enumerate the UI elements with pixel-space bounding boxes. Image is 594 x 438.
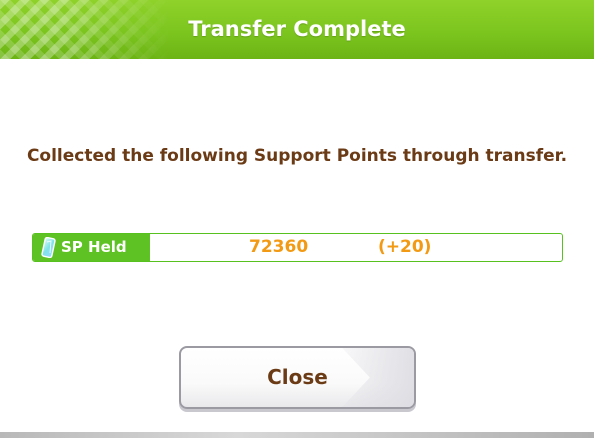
- page: Transfer Complete Collected the followin…: [0, 0, 594, 438]
- sp-held-label: SP Held: [61, 238, 127, 256]
- sp-held-tag: SP Held: [33, 234, 150, 261]
- sp-gain-value: (+20): [378, 237, 432, 257]
- sp-card-icon: [41, 237, 56, 258]
- sp-held-value: 72360: [249, 237, 309, 257]
- dialog-title: Transfer Complete: [188, 17, 406, 41]
- sp-held-bar: SP Held 72360 (+20): [32, 233, 563, 262]
- dialog-header: Transfer Complete: [0, 0, 594, 59]
- transfer-message: Collected the following Support Points t…: [26, 146, 568, 166]
- close-button[interactable]: Close: [179, 346, 416, 409]
- close-button-label: Close: [267, 365, 328, 389]
- transfer-complete-dialog: Transfer Complete Collected the followin…: [0, 0, 594, 432]
